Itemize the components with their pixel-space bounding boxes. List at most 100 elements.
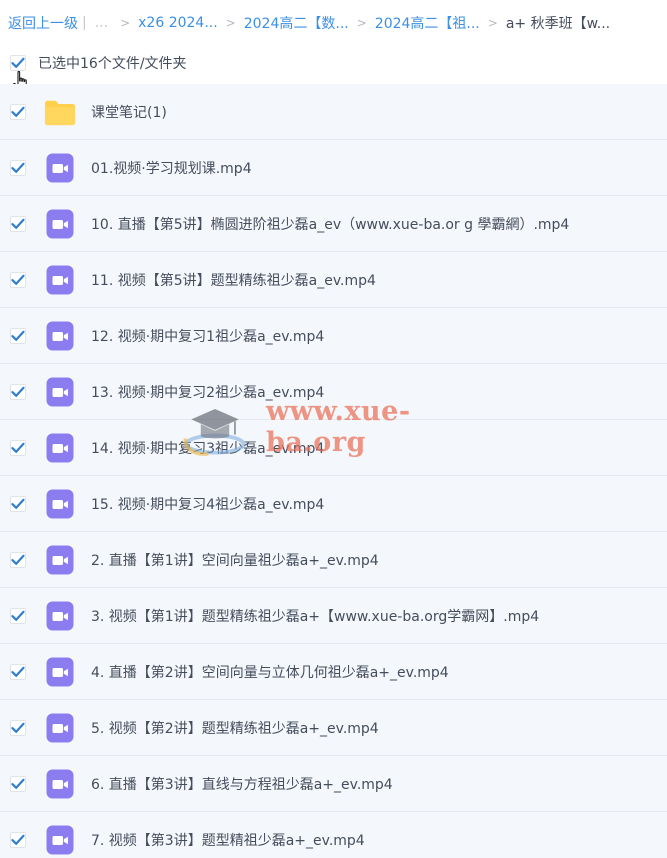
- row-checkbox[interactable]: [10, 831, 26, 848]
- selection-bar: 已选中16个文件/文件夹: [0, 44, 667, 82]
- video-file-icon: [46, 153, 74, 182]
- video-file-icon: [46, 657, 74, 686]
- file-row[interactable]: 4. 直播【第2讲】空间向量与立体几何祖少磊a+_ev.mp4: [0, 644, 667, 700]
- file-row[interactable]: 3. 视频【第1讲】题型精练祖少磊a+【www.xue-ba.org学霸网】.m…: [0, 588, 667, 644]
- check-icon: [11, 554, 25, 565]
- video-icon-wrapper: [44, 713, 76, 743]
- check-icon: [11, 106, 25, 117]
- video-file-icon: [46, 321, 74, 350]
- file-name[interactable]: 11. 视频【第5讲】题型精练祖少磊a_ev.mp4: [91, 270, 376, 290]
- row-checkbox[interactable]: [10, 327, 26, 344]
- breadcrumb-separator: >: [120, 16, 131, 30]
- row-checkbox[interactable]: [10, 775, 26, 792]
- row-checkbox[interactable]: [10, 663, 26, 680]
- file-name[interactable]: 12. 视频·期中复习1祖少磊a_ev.mp4: [91, 326, 324, 346]
- video-icon-wrapper: [44, 209, 76, 239]
- video-file-icon: [46, 545, 74, 574]
- check-icon: [11, 722, 25, 733]
- check-icon: [11, 834, 25, 845]
- row-checkbox[interactable]: [10, 607, 26, 624]
- file-name[interactable]: 3. 视频【第1讲】题型精练祖少磊a+【www.xue-ba.org学霸网】.m…: [91, 606, 539, 626]
- file-row[interactable]: 7. 视频【第3讲】题型精祖少磊a+_ev.mp4: [0, 812, 667, 858]
- file-row[interactable]: 14. 视频·期中复习3祖少磊a_ev.mp4: [0, 420, 667, 476]
- breadcrumb-separator: >: [225, 16, 236, 30]
- video-icon-wrapper: [44, 601, 76, 631]
- video-file-icon: [46, 433, 74, 462]
- file-row[interactable]: 2. 直播【第1讲】空间向量祖少磊a+_ev.mp4: [0, 532, 667, 588]
- video-icon-wrapper: [44, 657, 76, 687]
- row-checkbox[interactable]: [10, 103, 26, 120]
- file-name[interactable]: 课堂笔记(1): [91, 102, 167, 122]
- row-checkbox[interactable]: [10, 215, 26, 232]
- file-name[interactable]: 01.视频·学习规划课.mp4: [91, 158, 252, 178]
- file-row[interactable]: 6. 直播【第3讲】直线与方程祖少磊a+_ev.mp4: [0, 756, 667, 812]
- check-icon: [11, 610, 25, 621]
- row-checkbox[interactable]: [10, 383, 26, 400]
- check-icon: [11, 274, 25, 285]
- row-checkbox[interactable]: [10, 551, 26, 568]
- row-checkbox[interactable]: [10, 439, 26, 456]
- video-file-icon: [46, 601, 74, 630]
- video-icon-wrapper: [44, 433, 76, 463]
- breadcrumb-ellipsis[interactable]: ...: [95, 15, 108, 31]
- video-file-icon: [46, 713, 74, 742]
- file-row[interactable]: 01.视频·学习规划课.mp4: [0, 140, 667, 196]
- breadcrumb-item-math[interactable]: 2024高二【数...: [244, 13, 349, 33]
- file-row[interactable]: 15. 视频·期中复习4祖少磊a_ev.mp4: [0, 476, 667, 532]
- breadcrumb-current: a+ 秋季班【w...: [505, 16, 611, 32]
- file-row[interactable]: 11. 视频【第5讲】题型精练祖少磊a_ev.mp4: [0, 252, 667, 308]
- video-icon-wrapper: [44, 153, 76, 183]
- row-checkbox[interactable]: [10, 159, 26, 176]
- back-link[interactable]: 返回上一级: [8, 13, 78, 33]
- row-checkbox[interactable]: [10, 495, 26, 512]
- video-icon-wrapper: [44, 545, 76, 575]
- file-name[interactable]: 5. 视频【第2讲】题型精练祖少磊a+_ev.mp4: [91, 718, 379, 738]
- file-list: 课堂笔记(1) 01.视频·学习规划课.mp4 10. 直播【第5讲】椭圆进阶祖少磊…: [0, 84, 667, 858]
- video-icon-wrapper: [44, 377, 76, 407]
- file-name[interactable]: 2. 直播【第1讲】空间向量祖少磊a+_ev.mp4: [91, 550, 379, 570]
- check-icon: [11, 778, 25, 789]
- file-name[interactable]: 10. 直播【第5讲】椭圆进阶祖少磊a_ev（www.xue-ba.or g 學…: [91, 214, 569, 234]
- file-name[interactable]: 4. 直播【第2讲】空间向量与立体几何祖少磊a+_ev.mp4: [91, 662, 449, 682]
- breadcrumb-divider: |: [82, 15, 87, 31]
- folder-icon-wrapper: [44, 97, 76, 127]
- file-name[interactable]: 15. 视频·期中复习4祖少磊a_ev.mp4: [91, 494, 324, 514]
- check-icon: [11, 498, 25, 509]
- check-icon: [11, 386, 25, 397]
- check-icon: [11, 57, 25, 68]
- folder-icon: [44, 100, 76, 125]
- video-icon-wrapper: [44, 265, 76, 295]
- folder-row[interactable]: 课堂笔记(1): [0, 84, 667, 140]
- video-icon-wrapper: [44, 321, 76, 351]
- file-name[interactable]: 6. 直播【第3讲】直线与方程祖少磊a+_ev.mp4: [91, 774, 393, 794]
- breadcrumb-separator: >: [356, 16, 367, 30]
- video-file-icon: [46, 769, 74, 798]
- select-all-checkbox[interactable]: [10, 55, 26, 71]
- breadcrumb-item-zu[interactable]: 2024高二【祖...: [375, 13, 480, 33]
- row-checkbox[interactable]: [10, 271, 26, 288]
- file-name[interactable]: 7. 视频【第3讲】题型精祖少磊a+_ev.mp4: [91, 830, 365, 850]
- check-icon: [11, 442, 25, 453]
- file-name[interactable]: 13. 视频·期中复习2祖少磊a_ev.mp4: [91, 382, 324, 402]
- file-row[interactable]: 13. 视频·期中复习2祖少磊a_ev.mp4: [0, 364, 667, 420]
- file-row[interactable]: 5. 视频【第2讲】题型精练祖少磊a+_ev.mp4: [0, 700, 667, 756]
- check-icon: [11, 218, 25, 229]
- selection-count-label: 已选中16个文件/文件夹: [38, 56, 187, 72]
- row-checkbox[interactable]: [10, 719, 26, 736]
- file-row[interactable]: 10. 直播【第5讲】椭圆进阶祖少磊a_ev（www.xue-ba.or g 學…: [0, 196, 667, 252]
- video-file-icon: [46, 825, 74, 854]
- check-icon: [11, 666, 25, 677]
- breadcrumb-separator: >: [487, 16, 498, 30]
- video-file-icon: [46, 489, 74, 518]
- check-icon: [11, 330, 25, 341]
- breadcrumb: 返回上一级 | ... > x26 2024... > 2024高二【数... …: [8, 13, 663, 33]
- file-browser-page: 返回上一级 | ... > x26 2024... > 2024高二【数... …: [0, 0, 667, 858]
- video-icon-wrapper: [44, 489, 76, 519]
- file-name[interactable]: 14. 视频·期中复习3祖少磊a_ev.mp4: [91, 438, 324, 458]
- video-file-icon: [46, 377, 74, 406]
- check-icon: [11, 162, 25, 173]
- breadcrumb-item-x26[interactable]: x26 2024...: [138, 15, 218, 31]
- file-row[interactable]: 12. 视频·期中复习1祖少磊a_ev.mp4: [0, 308, 667, 364]
- video-file-icon: [46, 209, 74, 238]
- video-icon-wrapper: [44, 769, 76, 799]
